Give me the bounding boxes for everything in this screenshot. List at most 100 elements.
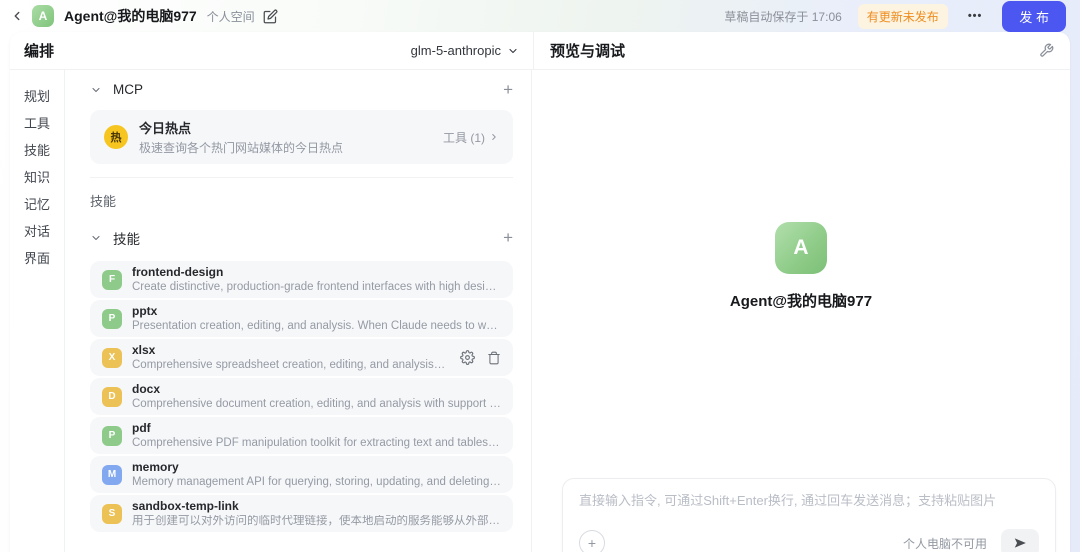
skill-letter-icon: X xyxy=(102,347,122,368)
agent-avatar: A xyxy=(32,5,54,27)
unpublished-badge: 有更新未发布 xyxy=(857,3,948,29)
skill-description: 用于创建可以对外访问的临时代理链接，使本地启动的服务能够从外部网络访问。使用场景… xyxy=(132,514,501,527)
skill-name: pdf xyxy=(132,420,151,435)
skill-card[interactable]: P pdf Comprehensive PDF manipulation too… xyxy=(90,417,513,454)
skill-text: docx Comprehensive document creation, ed… xyxy=(132,381,501,411)
send-button[interactable] xyxy=(1001,529,1039,552)
chevron-down-icon xyxy=(92,235,100,241)
skill-card[interactable]: P pptx Presentation creation, editing, a… xyxy=(90,300,513,337)
agent-avatar-large: A xyxy=(775,222,827,274)
orchestration-header: 编排 glm-5-anthropic xyxy=(10,32,533,69)
pc-status-label: 个人电脑不可用 xyxy=(902,536,987,551)
chevron-down-icon xyxy=(509,48,517,53)
skill-text: frontend-design Create distinctive, prod… xyxy=(132,264,501,294)
nav-item-技能[interactable]: 技能 xyxy=(24,137,50,164)
skill-card[interactable]: D docx Comprehensive document creation, … xyxy=(90,378,513,415)
skill-delete-icon[interactable] xyxy=(487,350,501,365)
chat-input-toolbar: + 个人电脑不可用 xyxy=(579,529,1039,552)
card-body: 规划 工具 技能 知识 记忆 对话 界面 MCP + 热 今日热点 极速查询各个热门网站媒体… xyxy=(10,70,1070,552)
nav-item-记忆[interactable]: 记忆 xyxy=(24,191,50,218)
skill-description: Presentation creation, editing, and anal… xyxy=(132,319,501,332)
preview-header: 预览与调试 xyxy=(533,32,1070,69)
chevron-down-icon xyxy=(92,87,100,92)
workspace-label: 个人空间 xyxy=(206,9,255,24)
add-mcp-icon[interactable]: + xyxy=(503,81,513,98)
subagents-group-header[interactable]: 子智能体 + xyxy=(90,548,513,552)
model-selector[interactable]: glm-5-anthropic xyxy=(411,43,519,58)
skill-text: pdf Comprehensive PDF manipulation toolk… xyxy=(132,420,501,450)
orchestration-title: 编排 xyxy=(24,43,55,60)
subagents-group-title: 子智能体 xyxy=(113,548,167,552)
mcp-item-name: 今日热点 xyxy=(139,121,192,136)
chevron-right-icon xyxy=(492,134,496,140)
skill-text: xlsx Comprehensive spreadsheet creation,… xyxy=(132,342,446,372)
skill-description: Comprehensive spreadsheet creation, edit… xyxy=(132,358,446,371)
skill-description: Create distinctive, production-grade fro… xyxy=(132,280,501,293)
mcp-tools-link[interactable]: 工具 (1) xyxy=(443,129,499,146)
nav-item-工具[interactable]: 工具 xyxy=(24,110,50,137)
nav-item-界面[interactable]: 界面 xyxy=(24,245,50,272)
back-icon[interactable] xyxy=(10,9,24,23)
skill-description: Comprehensive document creation, editing… xyxy=(132,397,501,410)
skill-settings-icon[interactable] xyxy=(460,350,475,365)
skill-letter-icon: F xyxy=(102,269,122,290)
more-icon[interactable]: ••• xyxy=(968,10,983,22)
chat-input-card: + 个人电脑不可用 xyxy=(562,478,1056,552)
skill-name: sandbox-temp-link xyxy=(132,498,239,513)
skill-name: pptx xyxy=(132,303,158,318)
send-icon xyxy=(1014,538,1026,548)
skill-card[interactable]: M memory Memory management API for query… xyxy=(90,456,513,493)
chat-input[interactable] xyxy=(579,492,1039,510)
skill-name: frontend-design xyxy=(132,264,224,279)
attach-plus-icon[interactable]: + xyxy=(579,530,605,552)
skill-name: xlsx xyxy=(132,342,156,357)
preview-agent-block: A Agent@我的电脑977 xyxy=(532,222,1070,311)
main-card: 编排 glm-5-anthropic 预览与调试 规划 工具 技能 知识 记忆 对话 界面 … xyxy=(10,32,1070,552)
skills-list: F frontend-design Create distinctive, pr… xyxy=(90,261,513,532)
skill-name: memory xyxy=(132,459,179,474)
skill-description: Memory management API for querying, stor… xyxy=(132,475,501,488)
skill-card[interactable]: X xlsx Comprehensive spreadsheet creatio… xyxy=(90,339,513,376)
skill-letter-icon: P xyxy=(102,425,122,446)
skill-letter-icon: M xyxy=(102,464,122,485)
nav-item-对话[interactable]: 对话 xyxy=(24,218,50,245)
skill-letter-icon: P xyxy=(102,308,122,329)
preview-agent-name: Agent@我的电脑977 xyxy=(729,293,873,310)
hot-badge-icon: 热 xyxy=(104,125,128,149)
orchestration-panel: MCP + 热 今日热点 极速查询各个热门网站媒体的今日热点 工具 (1) 技能 xyxy=(65,70,532,552)
skill-card[interactable]: F frontend-design Create distinctive, pr… xyxy=(90,261,513,298)
autosave-status: 草稿自动保存于 17:06 xyxy=(724,9,842,24)
skill-name: docx xyxy=(132,381,161,396)
mcp-group-header[interactable]: MCP + xyxy=(90,81,513,98)
skill-text: memory Memory management API for queryin… xyxy=(132,459,501,489)
agent-title: Agent@我的电脑977 xyxy=(64,8,197,24)
edit-icon[interactable] xyxy=(263,9,278,24)
mcp-item-card[interactable]: 热 今日热点 极速查询各个热门网站媒体的今日热点 工具 (1) xyxy=(90,110,513,164)
skills-group-header[interactable]: 技能 + xyxy=(90,228,513,248)
skill-text: sandbox-temp-link 用于创建可以对外访问的临时代理链接，使本地启… xyxy=(132,498,501,528)
skill-description: Comprehensive PDF manipulation toolkit f… xyxy=(132,436,501,449)
skill-letter-icon: D xyxy=(102,386,122,407)
nav-item-规划[interactable]: 规划 xyxy=(24,83,50,110)
wrench-icon[interactable] xyxy=(1039,43,1054,58)
publish-button[interactable]: 发 布 xyxy=(1002,0,1066,32)
mcp-item-text: 今日热点 极速查询各个热门网站媒体的今日热点 xyxy=(139,118,432,156)
topbar: A Agent@我的电脑977 个人空间 草稿自动保存于 17:06 有更新未发… xyxy=(0,0,1080,32)
card-header: 编排 glm-5-anthropic 预览与调试 xyxy=(10,32,1070,70)
orchestration-nav: 规划 工具 技能 知识 记忆 对话 界面 xyxy=(10,70,65,552)
section-divider xyxy=(90,177,513,178)
mcp-tools-count: 工具 (1) xyxy=(442,130,485,145)
mcp-item-description: 极速查询各个热门网站媒体的今日热点 xyxy=(139,141,344,155)
nav-item-知识[interactable]: 知识 xyxy=(24,164,50,191)
skill-card[interactable]: S sandbox-temp-link 用于创建可以对外访问的临时代理链接，使本… xyxy=(90,495,513,532)
skill-text: pptx Presentation creation, editing, and… xyxy=(132,303,501,333)
preview-panel: A Agent@我的电脑977 + 个人电脑不可用 xyxy=(532,70,1070,552)
skill-actions xyxy=(456,350,501,365)
mcp-group-title: MCP xyxy=(113,82,143,97)
skill-letter-icon: S xyxy=(102,503,122,524)
skills-section-label: 技能 xyxy=(90,194,117,209)
add-skill-icon[interactable]: + xyxy=(503,229,513,246)
skills-group-title: 技能 xyxy=(113,232,140,247)
model-selector-value: glm-5-anthropic xyxy=(410,43,501,58)
preview-title: 预览与调试 xyxy=(550,43,626,60)
